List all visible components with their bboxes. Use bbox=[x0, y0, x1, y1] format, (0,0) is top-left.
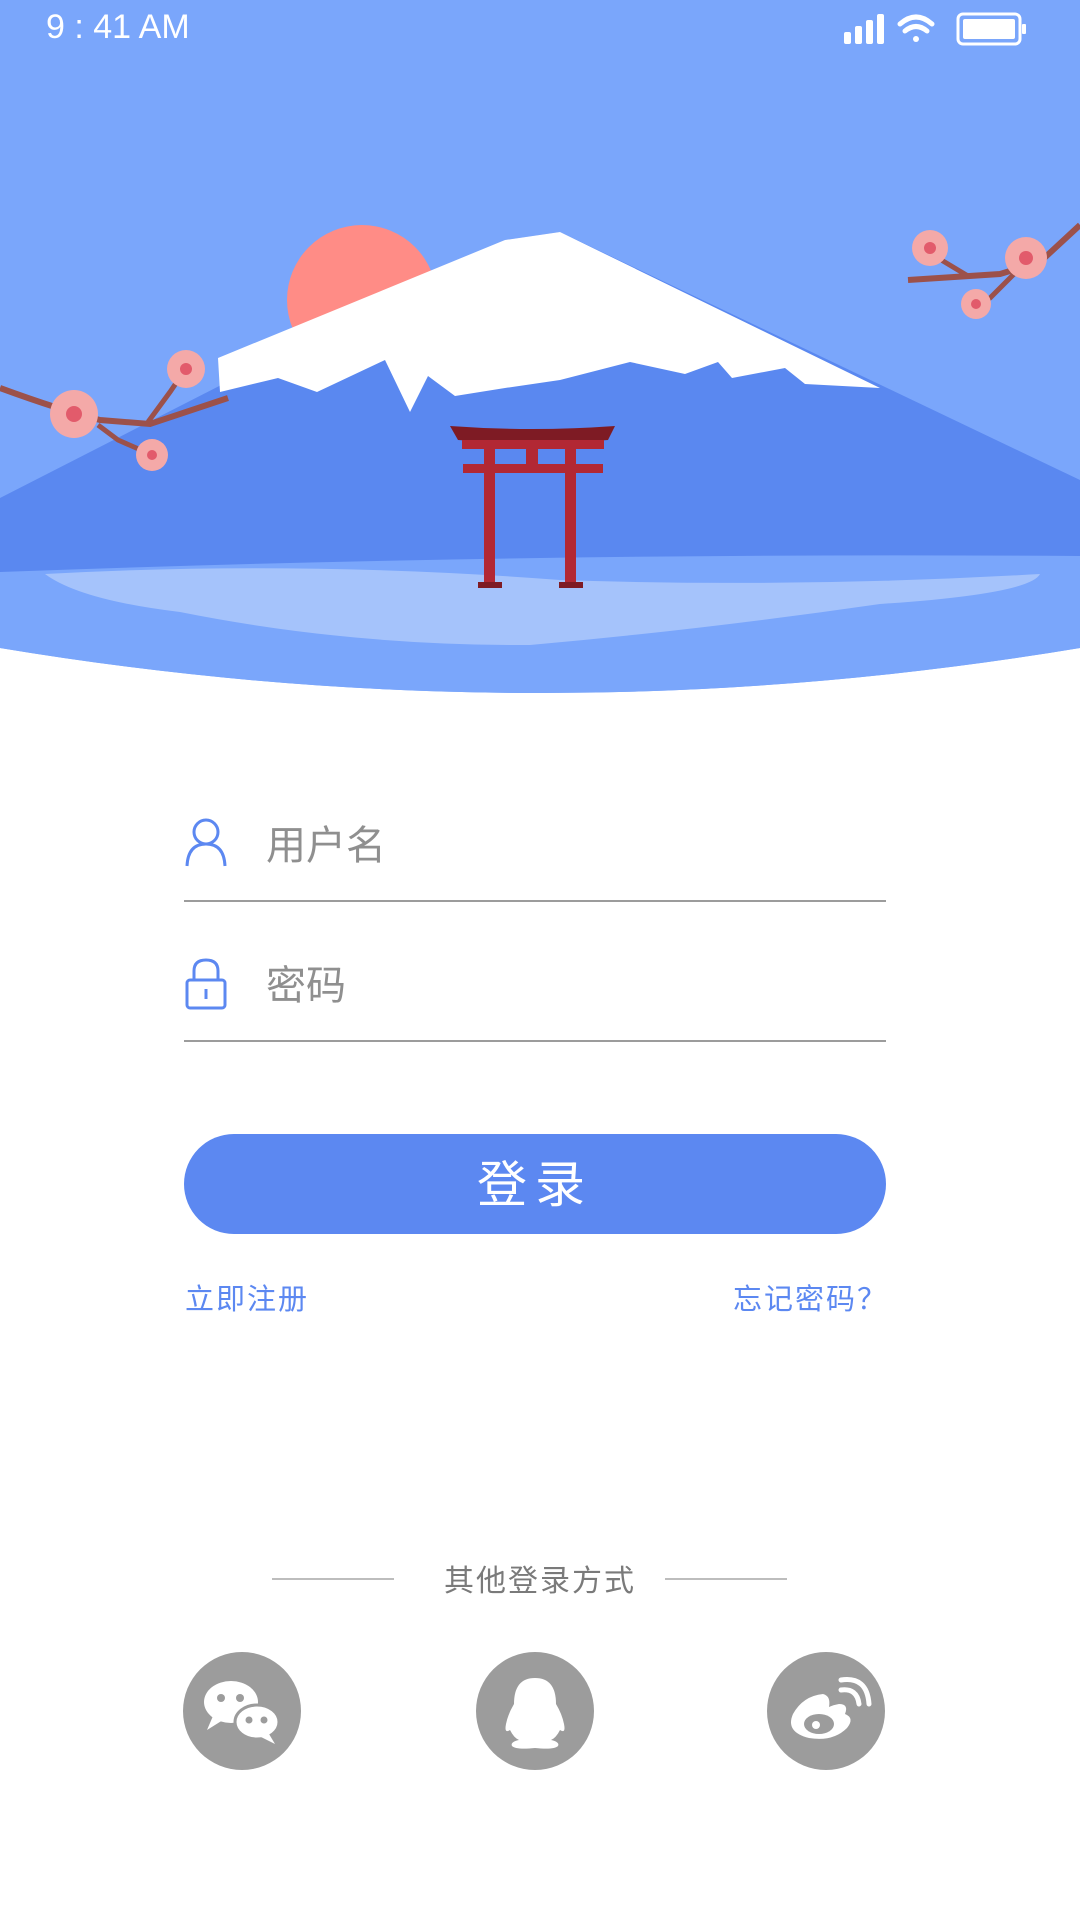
divider-line-right bbox=[665, 1578, 787, 1580]
password-field[interactable] bbox=[184, 950, 886, 1042]
other-login-label: 其他登录方式 bbox=[444, 1564, 636, 1599]
wechat-icon bbox=[204, 1681, 281, 1744]
signal-icon bbox=[844, 14, 884, 44]
username-input[interactable] bbox=[266, 816, 866, 876]
weibo-icon bbox=[791, 1677, 872, 1739]
wifi-icon bbox=[897, 14, 935, 42]
battery-icon bbox=[956, 12, 1026, 46]
status-icons bbox=[842, 12, 1032, 48]
qq-icon bbox=[505, 1678, 565, 1749]
hero-illustration bbox=[0, 0, 1080, 710]
weibo-login-button[interactable] bbox=[767, 1652, 885, 1770]
register-link[interactable]: 立即注册 bbox=[185, 1276, 309, 1318]
wechat-login-button[interactable] bbox=[183, 1652, 301, 1770]
qq-login-button[interactable] bbox=[476, 1652, 594, 1770]
user-icon bbox=[184, 816, 228, 870]
status-bar: 9 : 41 AM bbox=[0, 0, 1080, 60]
username-field[interactable] bbox=[184, 810, 886, 902]
lock-icon bbox=[184, 956, 228, 1010]
status-time: 9 : 41 AM bbox=[46, 8, 190, 46]
forgot-password-link[interactable]: 忘记密码？ bbox=[733, 1276, 888, 1318]
password-input[interactable] bbox=[266, 956, 866, 1016]
login-button[interactable]: 登录 bbox=[184, 1134, 886, 1234]
